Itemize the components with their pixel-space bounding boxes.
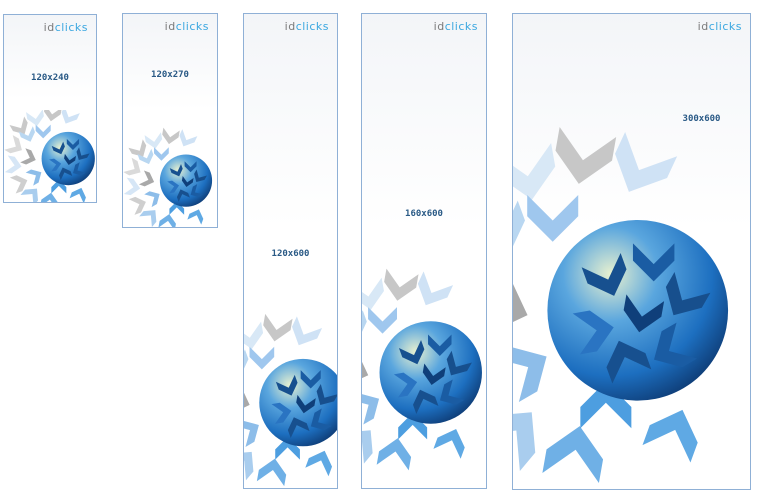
globe-arrows-graphic bbox=[123, 94, 218, 228]
size-label: 120x600 bbox=[271, 249, 310, 259]
size-label: 160x600 bbox=[405, 209, 443, 219]
banner-160x600[interactable]: idclicks 160x600 bbox=[361, 13, 487, 489]
size-label: 120x270 bbox=[151, 70, 189, 80]
globe-arrows-graphic bbox=[513, 119, 751, 490]
size-label: 120x240 bbox=[31, 73, 69, 83]
idclicks-logo: idclicks bbox=[43, 21, 88, 34]
idclicks-logo: idclicks bbox=[164, 20, 209, 33]
banner-120x270[interactable]: idclicks 120x270 bbox=[122, 13, 218, 228]
globe-arrows-graphic bbox=[4, 110, 97, 203]
banner-120x600[interactable]: idclicks 120x600 bbox=[243, 13, 338, 489]
globe-arrows-graphic bbox=[362, 264, 487, 489]
idclicks-logo: idclicks bbox=[433, 20, 478, 33]
banner-300x600[interactable]: idclicks 300x600 bbox=[512, 13, 751, 490]
idclicks-logo: idclicks bbox=[284, 20, 329, 33]
globe-arrows-graphic bbox=[244, 310, 338, 489]
banner-120x240[interactable]: idclicks 120x240 bbox=[3, 14, 97, 203]
idclicks-logo: idclicks bbox=[697, 20, 742, 33]
